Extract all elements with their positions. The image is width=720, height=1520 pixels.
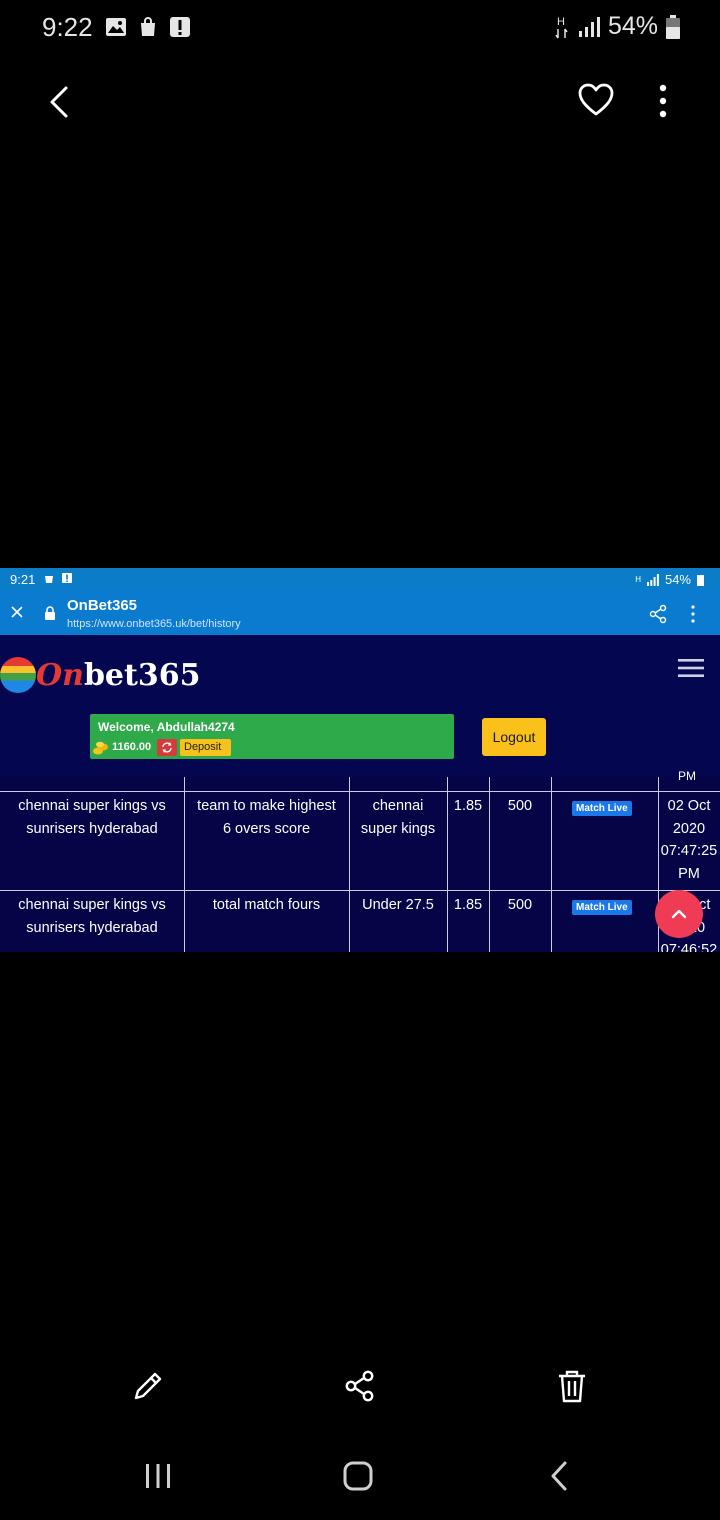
lock-icon	[45, 606, 55, 620]
inner-status-time: 9:21	[10, 572, 36, 587]
logo-text-on: On	[36, 657, 84, 693]
scroll-top-button[interactable]	[655, 890, 703, 938]
battery-icon	[697, 574, 704, 586]
match-cell: chennai super kings vs sunrisers hyderab…	[18, 798, 166, 837]
inner-battery-percent: 54%	[664, 572, 691, 587]
bet-history-table: PM chennai super kings vs sunrisers hyde…	[0, 769, 720, 952]
deposit-button[interactable]: Deposit	[180, 739, 231, 756]
status-badge: Match Live	[572, 801, 632, 816]
refresh-icon	[162, 742, 172, 753]
network-icon: H	[555, 16, 568, 38]
browser-toolbar: OnBet365 https://www.onbet365.uk/bet/his…	[0, 590, 720, 635]
signal-icon	[578, 16, 600, 37]
logo-text-bet: bet365	[83, 657, 201, 693]
stake-cell: 500	[507, 798, 533, 814]
logout-button[interactable]: Logout	[482, 718, 546, 756]
more-icon[interactable]	[648, 82, 678, 122]
battery-icon	[666, 14, 680, 39]
close-icon[interactable]	[10, 605, 24, 619]
status-bar: 9:22 H 54%	[0, 0, 720, 56]
share-icon[interactable]	[648, 604, 668, 624]
more-icon[interactable]	[688, 604, 698, 624]
recent-apps-icon[interactable]	[140, 1458, 176, 1494]
market-cell: total match fours	[212, 897, 321, 913]
heart-icon[interactable]	[578, 82, 614, 118]
selection-cell: chennai super kings	[360, 798, 436, 837]
gallery-icon	[106, 18, 126, 36]
odds-cell: 1.85	[453, 897, 483, 913]
balance-value: 1160.00	[112, 741, 152, 753]
menu-icon[interactable]	[678, 658, 704, 678]
inner-network-label: H	[635, 575, 641, 584]
stake-cell: 500	[507, 897, 533, 913]
coins-icon	[93, 741, 108, 755]
nav-back-icon[interactable]	[542, 1458, 578, 1494]
market-cell: team to make highest 6 overs score	[197, 798, 336, 837]
signal-icon	[646, 573, 659, 586]
chevron-up-icon	[671, 909, 687, 919]
refresh-balance-button[interactable]	[157, 739, 177, 756]
status-badge: Match Live	[572, 900, 632, 915]
screenshot-image[interactable]: 9:21 H 54% OnBet365 https://www.onbet365…	[0, 568, 720, 952]
selection-cell: Under 27.5	[362, 897, 434, 913]
shopping-bag-icon	[141, 17, 155, 36]
battery-percent: 54%	[607, 12, 658, 40]
logo-ball-icon	[0, 657, 36, 693]
status-time: 9:22	[42, 12, 93, 42]
welcome-panel: Welcome, Abdullah4274 1160.00 Deposit	[90, 714, 454, 759]
date-cell: 02 Oct 2020 07:47:25 PM	[660, 798, 718, 882]
site-header: Onbet365 Welcome, Abdullah4274 1160.00 D…	[0, 635, 720, 777]
partial-cell-text: PM	[678, 769, 696, 783]
match-cell: chennai super kings vs sunrisers hyderab…	[18, 897, 166, 936]
share-icon[interactable]	[342, 1368, 378, 1404]
home-icon[interactable]	[340, 1458, 376, 1494]
welcome-text: Welcome, Abdullah4274	[98, 720, 235, 734]
alert-icon	[170, 17, 190, 37]
browser-url[interactable]: https://www.onbet365.uk/bet/history	[67, 618, 241, 630]
site-logo[interactable]: Onbet365	[0, 651, 201, 699]
delete-icon[interactable]	[554, 1368, 590, 1404]
back-icon[interactable]	[42, 82, 82, 122]
svg-text:H: H	[557, 16, 565, 28]
inner-status-bar: 9:21 H 54%	[0, 568, 720, 590]
odds-cell: 1.85	[453, 798, 483, 814]
shopping-bag-icon	[45, 576, 53, 583]
alert-icon	[62, 573, 72, 583]
edit-icon[interactable]	[130, 1368, 166, 1404]
browser-title: OnBet365	[67, 597, 138, 614]
